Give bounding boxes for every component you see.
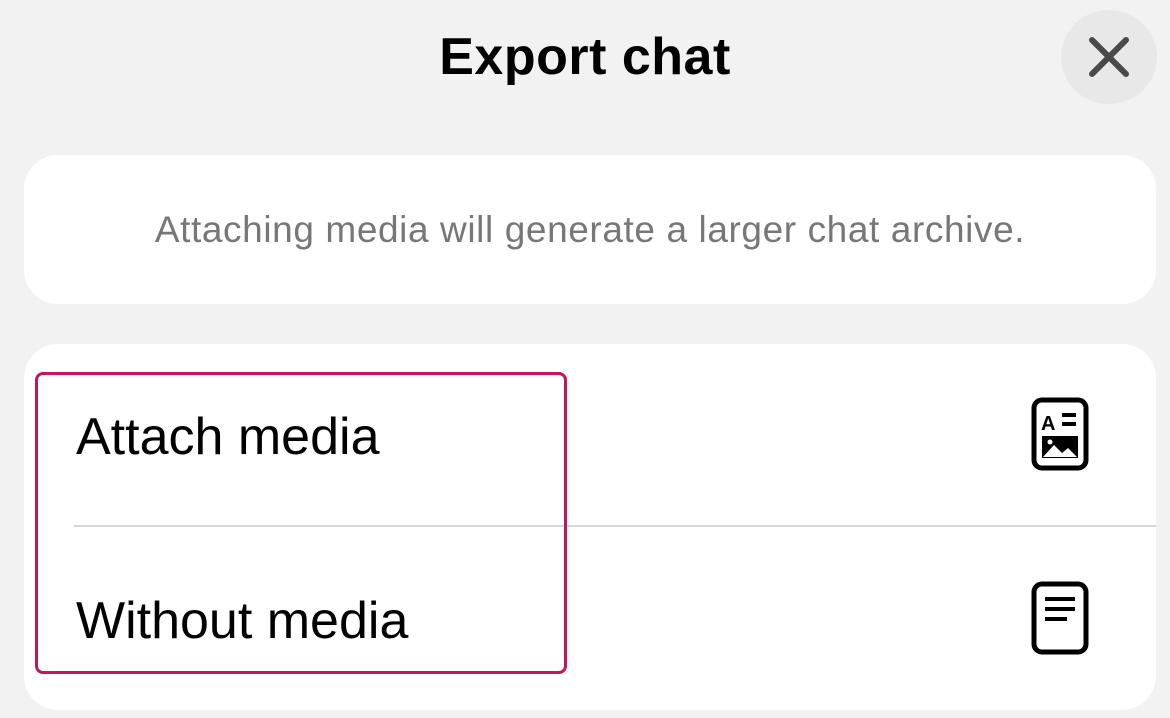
attach-media-option[interactable]: Attach media A — [24, 344, 1156, 527]
without-media-option[interactable]: Without media — [24, 527, 1156, 710]
text-document-icon — [1031, 581, 1089, 655]
page-title: Export chat — [439, 28, 731, 86]
close-icon — [1089, 37, 1129, 77]
close-button[interactable] — [1061, 10, 1157, 104]
info-card: Attaching media will generate a larger c… — [24, 155, 1156, 304]
svg-text:A: A — [1041, 413, 1055, 435]
media-document-icon: A — [1031, 397, 1089, 471]
export-options-list: Attach media A Without media — [24, 344, 1156, 710]
attach-media-label: Attach media — [76, 408, 380, 466]
info-text: Attaching media will generate a larger c… — [154, 208, 1026, 250]
without-media-label: Without media — [76, 592, 409, 650]
